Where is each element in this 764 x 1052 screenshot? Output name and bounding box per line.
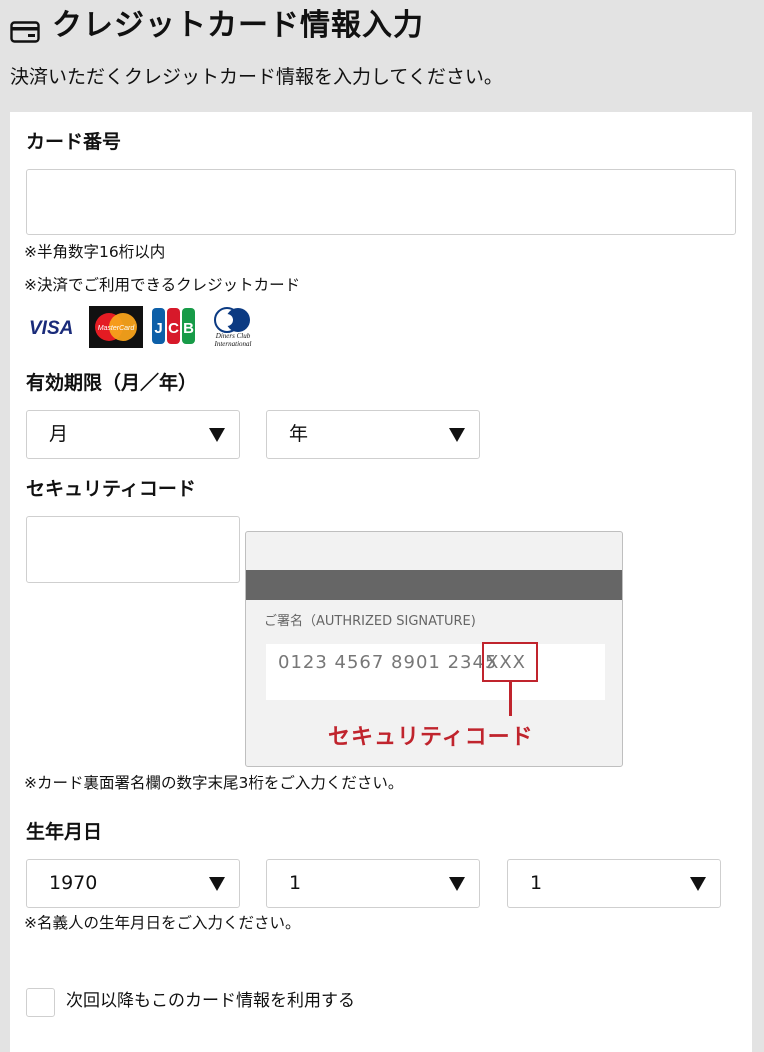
mastercard-logo-icon: MasterCard [89, 306, 143, 348]
chevron-down-icon [449, 877, 465, 891]
security-code-illustration: ご署名（AUTHRIZED SIGNATURE) 0123 4567 8901 … [245, 531, 623, 767]
jcb-logo-icon: J C B [152, 308, 195, 344]
chevron-down-icon [449, 428, 465, 442]
expiry-month-value: 月 [49, 423, 69, 445]
sample-card-number: 0123 4567 8901 2345 [278, 652, 498, 673]
save-card-checkbox[interactable] [26, 988, 55, 1017]
card-number-input[interactable] [26, 169, 736, 235]
card-number-label: カード番号 [26, 131, 122, 153]
expiry-label: 有効期限（月／年） [26, 372, 198, 394]
security-code-label: セキュリティコード [26, 478, 196, 500]
svg-text:B: B [183, 320, 194, 337]
birth-month-select[interactable]: 1 [266, 859, 480, 908]
diners-club-logo-icon: Diners Club International [214, 307, 252, 348]
page-title: クレジットカード情報入力 [52, 8, 424, 43]
birth-day-value: 1 [530, 872, 543, 894]
save-card-label[interactable]: 次回以降もこのカード情報を利用する [66, 988, 355, 1014]
chevron-down-icon [690, 877, 706, 891]
card-number-note: ※半角数字16桁以内 [24, 243, 166, 261]
credit-card-icon [10, 21, 40, 43]
security-code-note: ※カード裏面署名欄の数字末尾3桁をご入力ください。 [24, 774, 404, 792]
sample-cvv: XXX [486, 652, 526, 673]
chevron-down-icon [209, 428, 225, 442]
visa-logo-icon: VISA [29, 318, 73, 339]
card-brands-note: ※決済でご利用できるクレジットカード [24, 276, 301, 294]
expiry-year-select[interactable]: 年 [266, 410, 480, 459]
svg-text:J: J [154, 320, 162, 337]
signature-label: ご署名（AUTHRIZED SIGNATURE) [264, 614, 476, 629]
magnetic-stripe [246, 570, 622, 600]
cvv-pointer-line [509, 682, 512, 716]
svg-text:VISA: VISA [29, 318, 73, 339]
svg-text:Diners Club: Diners Club [215, 332, 251, 340]
svg-text:International: International [214, 340, 252, 348]
svg-text:MasterCard: MasterCard [98, 325, 136, 332]
birth-day-select[interactable]: 1 [507, 859, 721, 908]
birth-year-select[interactable]: 1970 [26, 859, 240, 908]
security-code-caption: セキュリティコード [328, 725, 534, 750]
svg-text:C: C [168, 320, 179, 337]
expiry-month-select[interactable]: 月 [26, 410, 240, 459]
birthdate-label: 生年月日 [26, 821, 103, 843]
form-panel: カード番号 ※半角数字16桁以内 ※決済でご利用できるクレジットカード VISA… [10, 112, 752, 1052]
birth-month-value: 1 [289, 872, 302, 894]
birth-year-value: 1970 [49, 872, 98, 894]
birthdate-note: ※名義人の生年月日をご入力ください。 [24, 914, 301, 932]
security-code-input[interactable] [26, 516, 240, 583]
chevron-down-icon [209, 877, 225, 891]
expiry-year-value: 年 [289, 423, 309, 445]
page-subtitle: 決済いただくクレジットカード情報を入力してください。 [10, 66, 503, 88]
